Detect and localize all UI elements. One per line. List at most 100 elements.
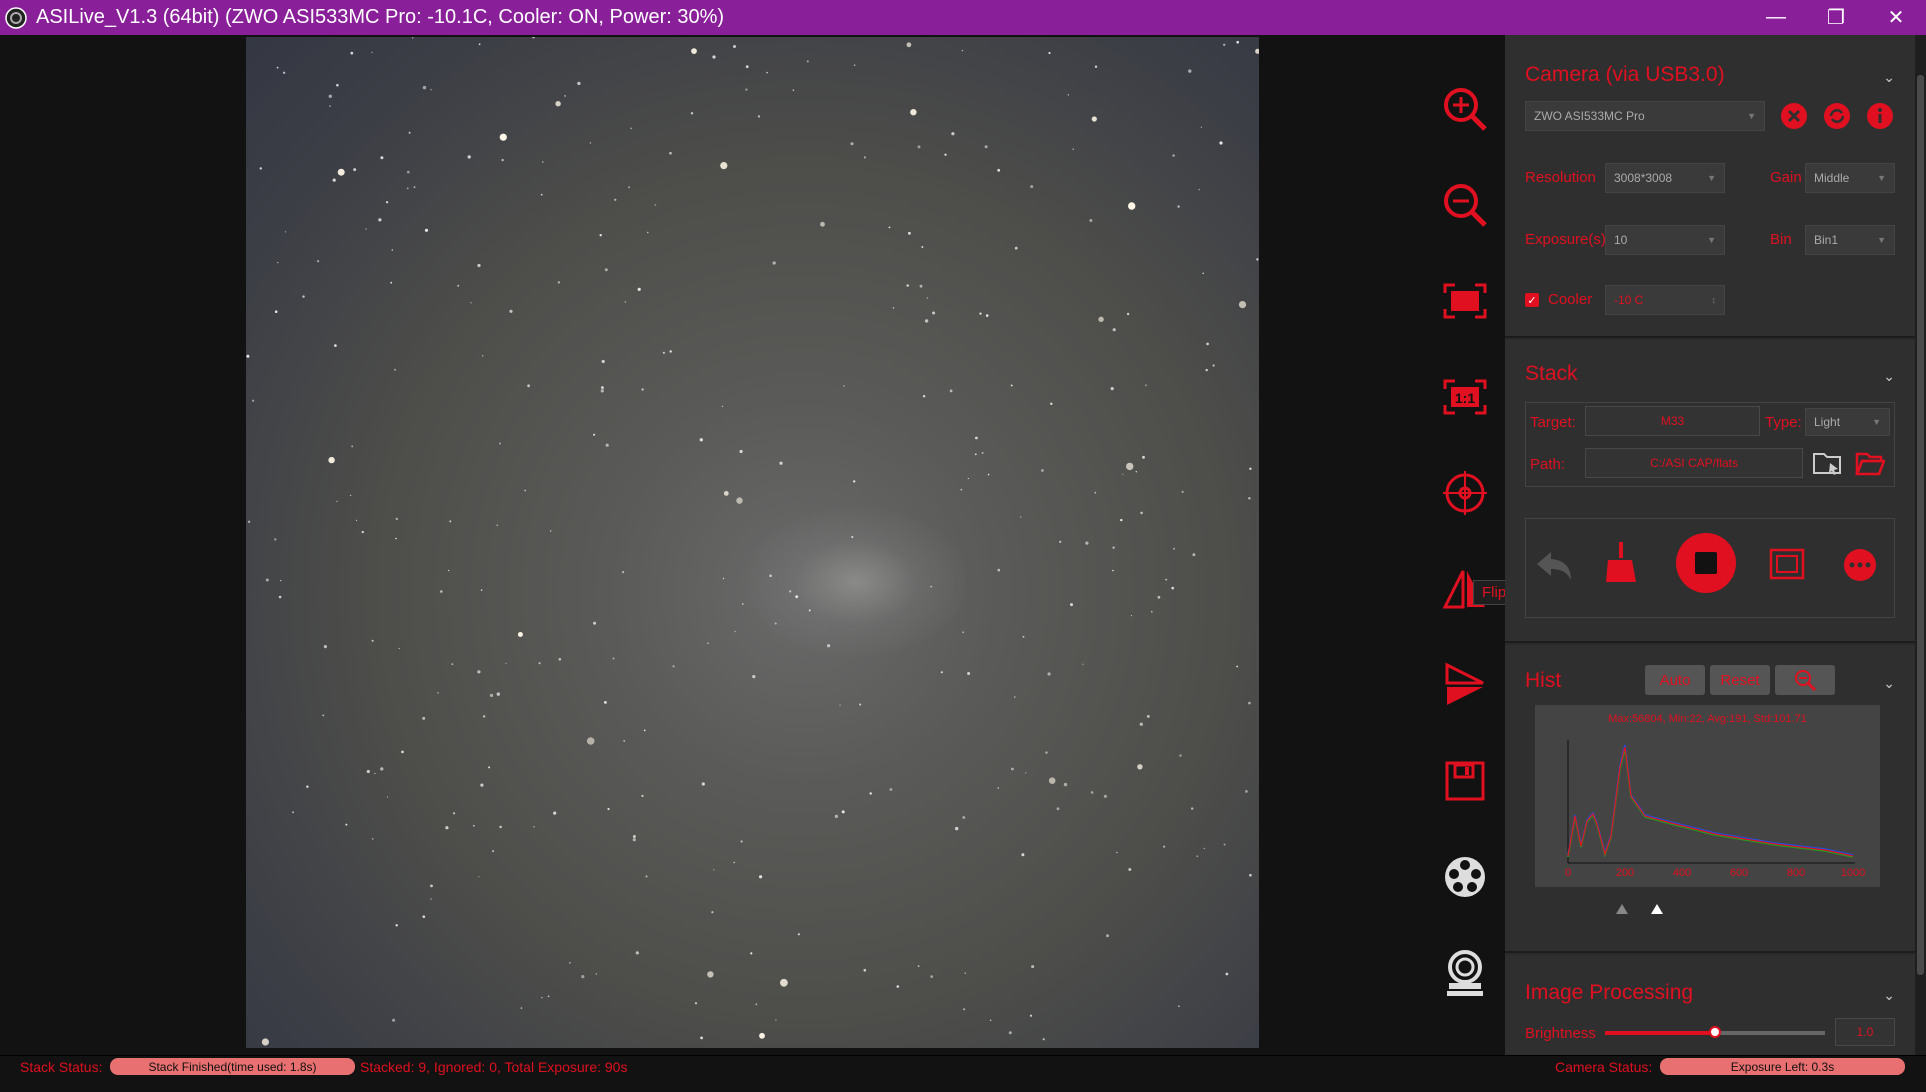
star xyxy=(1200,126,1203,128)
scrollbar-thumb[interactable] xyxy=(1917,75,1924,975)
hist-zoom-button[interactable] xyxy=(1775,665,1835,695)
tool-column: 1:1 xyxy=(1425,35,1505,1055)
minimize-icon: — xyxy=(1766,6,1786,28)
star xyxy=(944,153,947,156)
star xyxy=(906,42,912,48)
type-select[interactable]: Light ▼ xyxy=(1805,408,1890,436)
star xyxy=(1128,202,1136,210)
star xyxy=(440,590,443,593)
zoom-in-button[interactable] xyxy=(1439,83,1491,135)
actual-size-icon: 1:1 xyxy=(1443,379,1487,415)
star xyxy=(964,972,966,974)
star xyxy=(922,395,926,398)
restore-icon: ❐ xyxy=(1827,7,1845,29)
zoom-out-icon xyxy=(1795,670,1817,692)
actual-size-button[interactable]: 1:1 xyxy=(1439,371,1491,423)
brightness-value[interactable]: 1.0 xyxy=(1835,1018,1895,1046)
resolution-select[interactable]: 3008*3008 ▼ xyxy=(1605,163,1725,193)
star xyxy=(1139,722,1143,726)
bin-select[interactable]: Bin1 ▼ xyxy=(1805,225,1895,255)
star xyxy=(593,433,596,436)
path-input[interactable]: C:/ASI CAP/flats xyxy=(1585,448,1803,478)
star xyxy=(711,911,714,914)
filter-wheel-button[interactable] xyxy=(1439,851,1491,903)
brightness-label: Brightness xyxy=(1525,1025,1596,1042)
focuser-button[interactable] xyxy=(1439,947,1491,999)
collapse-stack-icon[interactable]: ⌄ xyxy=(1883,368,1895,385)
star xyxy=(586,737,595,745)
disconnect-icon[interactable] xyxy=(1780,102,1808,130)
star xyxy=(910,109,917,116)
star xyxy=(1089,219,1093,222)
select-folder-icon[interactable] xyxy=(1812,450,1842,476)
star xyxy=(736,497,743,504)
cooler-checkbox[interactable]: ✓ xyxy=(1525,293,1539,307)
hist-reset-button[interactable]: Reset xyxy=(1710,665,1770,695)
star xyxy=(449,520,452,523)
hist-x-tick: 1000 xyxy=(1840,867,1866,879)
image-viewer[interactable] xyxy=(0,35,1425,1055)
star xyxy=(499,825,502,829)
star xyxy=(960,488,963,491)
star xyxy=(589,142,592,144)
star xyxy=(246,354,250,358)
minimize-button[interactable]: — xyxy=(1746,0,1806,35)
collapse-camera-icon[interactable]: ⌄ xyxy=(1883,69,1895,86)
brightness-slider[interactable] xyxy=(1605,1026,1825,1038)
star xyxy=(930,975,934,978)
save-button[interactable] xyxy=(1439,755,1491,807)
info-icon[interactable] xyxy=(1866,102,1894,130)
panel-scrollbar[interactable] xyxy=(1915,35,1926,1055)
star xyxy=(1177,205,1180,208)
hist-auto-button[interactable]: Auto xyxy=(1645,665,1705,695)
compare-icon[interactable] xyxy=(1769,548,1805,580)
close-window-button[interactable]: ✕ xyxy=(1866,0,1926,35)
star xyxy=(1256,258,1259,261)
star xyxy=(733,861,735,864)
exposure-select[interactable]: 10 ▼ xyxy=(1605,225,1725,255)
star xyxy=(386,201,389,204)
fit-window-button[interactable] xyxy=(1439,275,1491,327)
star xyxy=(863,968,867,972)
stack-section-title: Stack xyxy=(1525,362,1578,385)
star xyxy=(604,701,607,704)
undo-icon[interactable] xyxy=(1535,548,1575,584)
target-input[interactable]: M33 xyxy=(1585,406,1760,436)
star xyxy=(604,268,608,272)
star xyxy=(564,95,566,97)
star xyxy=(1140,511,1143,515)
black-point-handle[interactable] xyxy=(1615,903,1629,915)
hist-section: Hist Auto Reset ⌄ Max:56804, Min:22, Avg… xyxy=(1505,645,1915,953)
more-icon[interactable] xyxy=(1843,548,1877,582)
camera-select[interactable]: ZWO ASI533MC Pro ▼ xyxy=(1525,101,1765,131)
star xyxy=(1225,972,1229,976)
star xyxy=(395,517,398,521)
star xyxy=(509,309,513,313)
collapse-hist-icon[interactable]: ⌄ xyxy=(1883,675,1895,692)
star xyxy=(739,449,743,454)
star xyxy=(247,520,251,523)
live-image[interactable] xyxy=(246,37,1259,1048)
cooler-temp-spinner[interactable]: -10 C ↕ xyxy=(1605,285,1725,315)
star xyxy=(1126,312,1130,316)
star xyxy=(467,155,471,159)
refresh-icon[interactable] xyxy=(1823,102,1851,130)
white-point-handle[interactable] xyxy=(1650,903,1664,915)
zoom-out-button[interactable] xyxy=(1439,179,1491,231)
maximize-button[interactable]: ❐ xyxy=(1806,0,1866,35)
star xyxy=(276,66,279,69)
star xyxy=(547,995,550,998)
gain-select[interactable]: Middle ▼ xyxy=(1805,163,1895,193)
collapse-processing-icon[interactable]: ⌄ xyxy=(1883,987,1895,1004)
star xyxy=(851,535,854,539)
flip-vertical-button[interactable] xyxy=(1439,659,1491,711)
star xyxy=(1112,328,1116,332)
star xyxy=(1142,455,1145,459)
clear-icon[interactable] xyxy=(1602,540,1638,584)
crosshair-button[interactable] xyxy=(1439,467,1491,519)
star xyxy=(962,816,966,819)
stop-stack-button[interactable] xyxy=(1675,532,1737,594)
brightness-slider-handle[interactable] xyxy=(1709,1026,1721,1038)
star xyxy=(1171,586,1174,590)
open-folder-icon[interactable] xyxy=(1855,450,1885,476)
